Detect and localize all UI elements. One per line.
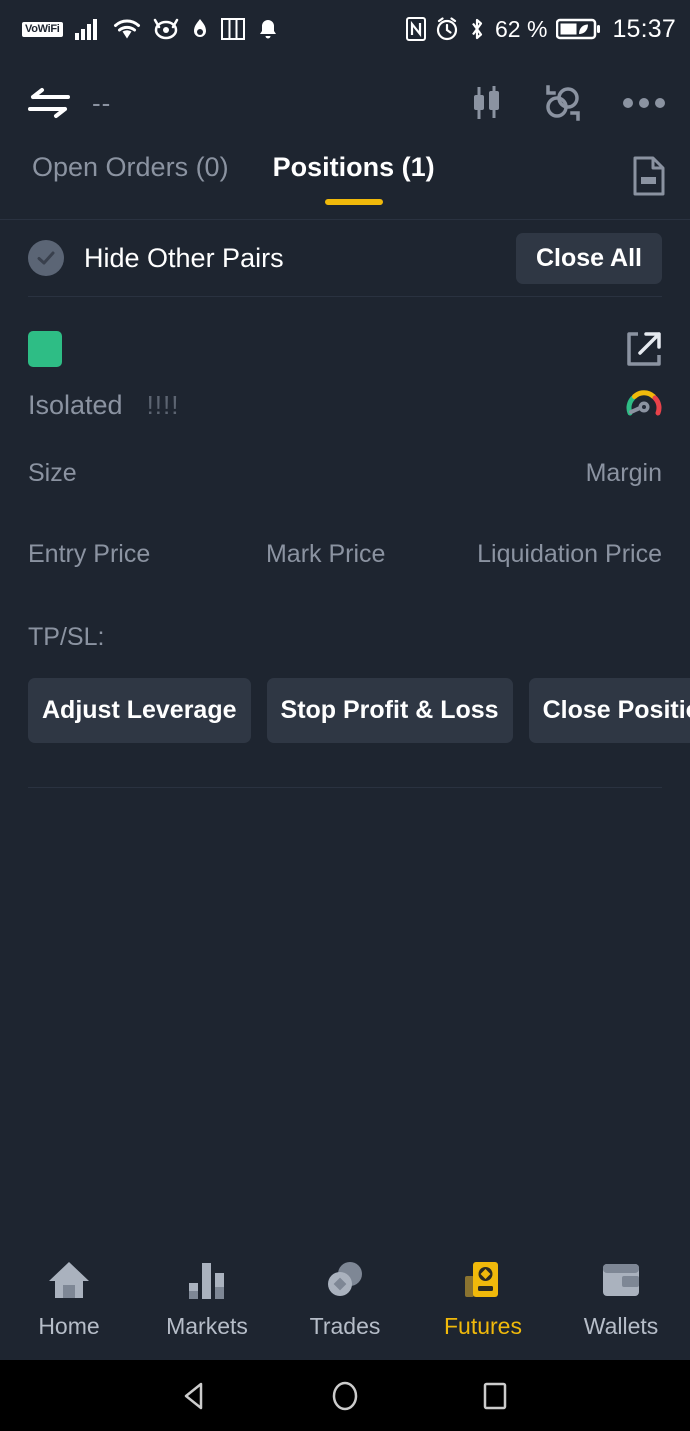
tpsl-label: TP/SL:: [28, 623, 105, 651]
position-header: [28, 297, 662, 367]
tab-positions[interactable]: Positions (1): [273, 148, 435, 205]
entry-price-label: Entry Price: [28, 540, 151, 568]
nfc-icon: [406, 17, 426, 41]
wallet-icon: [598, 1259, 644, 1301]
vowifi-badge: VoWiFi: [22, 21, 63, 37]
margin-mode-label[interactable]: Isolated: [28, 390, 123, 421]
tab-bar: Open Orders (0) Positions (1): [0, 148, 690, 220]
candlestick-icon[interactable]: [470, 85, 504, 121]
nav-item-home-label: Home: [38, 1313, 100, 1339]
hide-other-pairs-row: Hide Other Pairs Close All: [0, 220, 690, 296]
home-circle-icon[interactable]: [328, 1379, 362, 1413]
calculator-icon[interactable]: [544, 85, 582, 121]
stop-profit-loss-button[interactable]: Stop Profit & Loss: [266, 678, 513, 743]
transfer-arrows-icon[interactable]: [28, 87, 70, 119]
hide-other-pairs-checkbox[interactable]: [28, 240, 64, 276]
order-history-icon[interactable]: [632, 148, 666, 196]
eye-icon: [153, 18, 179, 40]
nav-item-markets[interactable]: Markets: [138, 1259, 276, 1340]
back-triangle-icon[interactable]: [178, 1379, 212, 1413]
pair-label[interactable]: --: [92, 88, 111, 119]
position-meta-left: Isolated !!!!: [28, 390, 179, 421]
app-header-left: --: [28, 87, 111, 119]
signal-icon: [74, 18, 101, 40]
nav-item-futures-label: Futures: [444, 1313, 522, 1339]
bottom-nav: Home Markets Trades Futures Wallets: [0, 1245, 690, 1360]
status-bar-left: VoWiFi: [22, 18, 291, 40]
position-actions: Adjust Leverage Stop Profit & Loss Close…: [28, 678, 690, 743]
bluetooth-icon: [468, 17, 486, 41]
alarm-icon: [435, 17, 459, 41]
home-icon: [46, 1259, 92, 1301]
margin-label: Margin: [585, 459, 662, 487]
nav-item-wallets[interactable]: Wallets: [552, 1259, 690, 1340]
position-card: Isolated !!!! Size Margin Entry Price Ma…: [0, 297, 690, 743]
close-all-button[interactable]: Close All: [515, 232, 662, 284]
mark-price-label: Mark Price: [265, 540, 386, 568]
price-row: Entry Price Mark Price Liquidation Price: [28, 540, 662, 569]
tab-positions-underline: [324, 199, 383, 205]
wifi-icon: [113, 18, 141, 40]
tab-open-orders[interactable]: Open Orders (0): [32, 148, 229, 205]
tab-positions-label: Positions (1): [272, 152, 435, 182]
coins-icon: [322, 1259, 368, 1301]
size-margin-row: Size Margin: [28, 459, 662, 488]
app-header: --: [0, 58, 690, 148]
share-external-icon[interactable]: [626, 331, 662, 367]
tab-open-orders-underline: [101, 199, 159, 205]
recents-square-icon[interactable]: [478, 1379, 512, 1413]
close-position-button[interactable]: Close Position: [528, 678, 690, 743]
liquidation-price-label: Liquidation Price: [477, 540, 662, 568]
empty-area: [0, 788, 690, 1245]
bell-icon: [257, 18, 279, 40]
adjust-leverage-button[interactable]: Adjust Leverage: [28, 678, 251, 743]
clock-time: 15:37: [612, 14, 676, 43]
battery-percent: 62 %: [495, 15, 548, 42]
more-horizontal-icon[interactable]: [622, 96, 666, 110]
position-side-indicator: [28, 331, 62, 367]
nav-item-home[interactable]: Home: [0, 1259, 138, 1340]
nav-item-futures[interactable]: Futures: [414, 1259, 552, 1340]
status-bar-right: 62 % 15:37: [397, 15, 676, 44]
battery-icon: [556, 17, 601, 41]
app-screen: VoWiFi 62 % 15:37 -- Open Orders (0) Pos…: [0, 0, 690, 1431]
android-navigation-bar: [0, 1360, 690, 1431]
columns-icon: [220, 18, 245, 40]
risk-gauge-icon[interactable]: [626, 387, 662, 423]
nav-item-trades-label: Trades: [309, 1313, 381, 1339]
hotspot-icon: [191, 18, 209, 40]
nav-item-trades[interactable]: Trades: [276, 1259, 414, 1340]
nav-item-wallets-label: Wallets: [583, 1313, 659, 1339]
bar-chart-icon: [184, 1259, 230, 1301]
status-bar: VoWiFi 62 % 15:37: [0, 0, 690, 58]
hide-other-pairs-label: Hide Other Pairs: [84, 242, 284, 273]
futures-card-icon: [460, 1259, 506, 1301]
size-label: Size: [28, 459, 77, 487]
leverage-label[interactable]: !!!!: [147, 390, 180, 421]
tab-open-orders-label: Open Orders (0): [32, 152, 229, 182]
nav-item-markets-label: Markets: [166, 1313, 248, 1339]
app-header-right: [470, 85, 666, 121]
position-meta-row: Isolated !!!!: [28, 387, 662, 423]
